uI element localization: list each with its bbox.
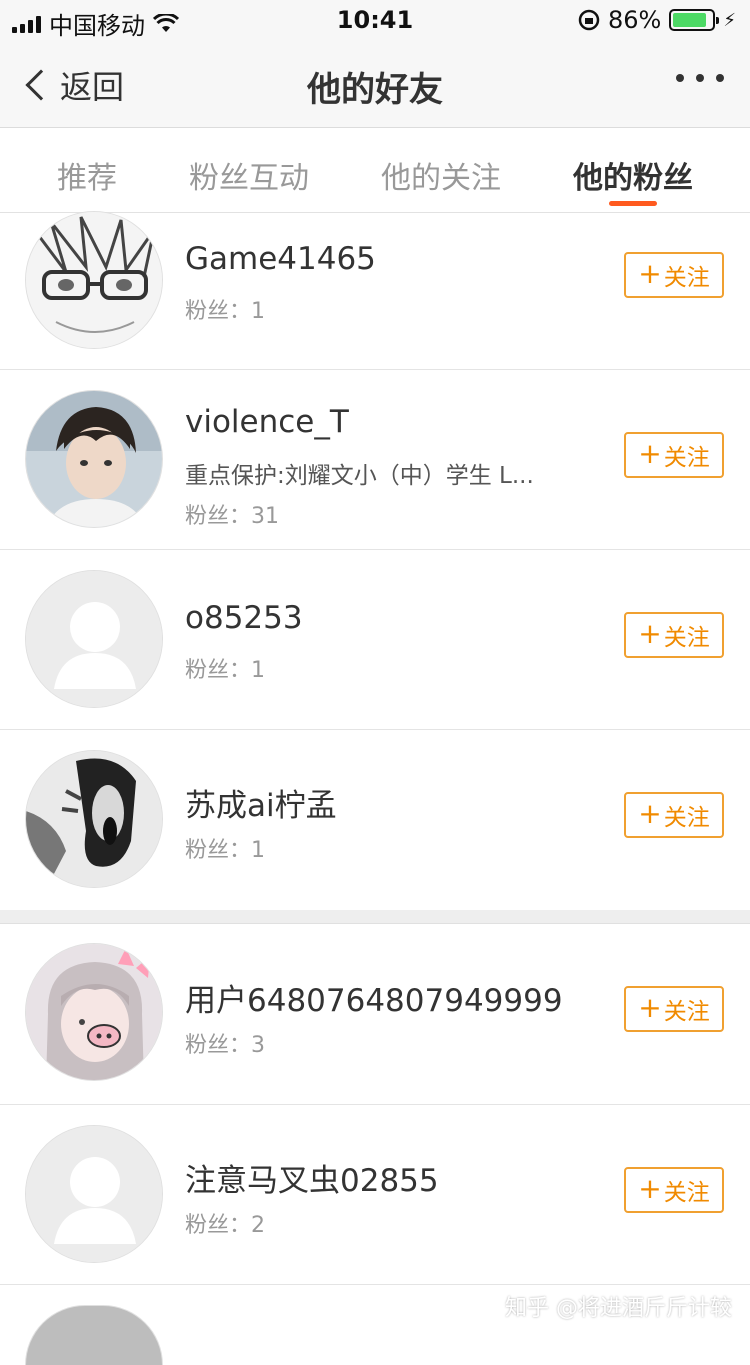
list-item[interactable]: o85253 粉丝：1 + 关注 [0,550,750,730]
user-description: 重点保护:刘耀文小（中）学生 L... [185,463,534,489]
fans-count: 粉丝：2 [185,1213,265,1238]
ellipsis-icon [676,74,684,82]
rotation-lock-icon [578,9,600,31]
fans-count: 粉丝：31 [185,504,279,529]
charging-icon: ⚡ [723,9,736,31]
list-item[interactable]: 注意马叉虫02855 粉丝：2 + 关注 [0,1105,750,1285]
follow-button[interactable]: + 关注 [624,1167,724,1213]
plus-icon: + [638,1172,662,1205]
user-name[interactable]: 用户6480764807949999 [185,975,563,1020]
avatar[interactable] [25,211,163,349]
plus-icon: + [638,991,662,1024]
fans-count: 粉丝：1 [185,658,265,683]
tab-recommend[interactable]: 推荐 [57,153,117,197]
follow-button[interactable]: + 关注 [624,792,724,838]
user-name[interactable]: violence_T [185,404,349,440]
plus-icon: + [638,797,662,830]
tab-bar: 推荐 粉丝互动 他的关注 他的粉丝 [0,129,750,213]
avatar[interactable] [25,1125,163,1263]
default-avatar-icon [26,1126,162,1262]
fans-count: 粉丝：3 [185,1033,265,1058]
user-name[interactable]: Game41465 [185,241,376,277]
plus-icon: + [638,617,662,650]
section-divider [0,910,750,924]
battery-percent: 86% [608,6,662,34]
follow-button[interactable]: + 关注 [624,432,724,478]
fans-count: 粉丝：1 [185,838,265,863]
tab-indicator [609,201,657,206]
watermark: 知乎 @将进酒斤斤计较 [505,1296,732,1321]
user-name[interactable]: 苏成ai柠孟 [185,780,337,825]
avatar[interactable] [25,1305,163,1365]
page-title: 他的好友 [307,70,443,110]
plus-icon: + [638,257,662,290]
plus-icon: + [638,437,662,470]
avatar[interactable] [25,943,163,1081]
status-bar: 中国移动 10:41 86% ⚡ [0,0,750,40]
tab-fan-interaction[interactable]: 粉丝互动 [189,153,309,197]
fans-count: 粉丝：1 [185,299,265,324]
avatar-image [26,944,162,1080]
avatar[interactable] [25,750,163,888]
avatar-image [26,391,162,527]
user-name[interactable]: o85253 [185,600,303,636]
tab-his-fans[interactable]: 他的粉丝 [573,153,693,197]
follow-button[interactable]: + 关注 [624,252,724,298]
avatar[interactable] [25,570,163,708]
more-button[interactable] [676,74,724,82]
avatar-image [26,212,162,348]
list-item[interactable]: violence_T 重点保护:刘耀文小（中）学生 L... 粉丝：31 + 关… [0,370,750,550]
default-avatar-icon [26,571,162,707]
list-item[interactable]: Game41465 粉丝：1 + 关注 [0,211,750,370]
nav-bar: 返回 他的好友 [0,40,750,128]
list-item[interactable]: 苏成ai柠孟 粉丝：1 + 关注 [0,730,750,910]
list-item[interactable]: 用户6480764807949999 粉丝：3 + 关注 [0,925,750,1105]
user-name[interactable]: 注意马叉虫02855 [185,1155,439,1200]
avatar-image [26,751,162,887]
follow-button[interactable]: + 关注 [624,986,724,1032]
tab-his-following[interactable]: 他的关注 [381,153,501,197]
status-right: 86% ⚡ [578,6,736,34]
avatar[interactable] [25,390,163,528]
follow-button[interactable]: + 关注 [624,612,724,658]
battery-icon [669,9,720,31]
